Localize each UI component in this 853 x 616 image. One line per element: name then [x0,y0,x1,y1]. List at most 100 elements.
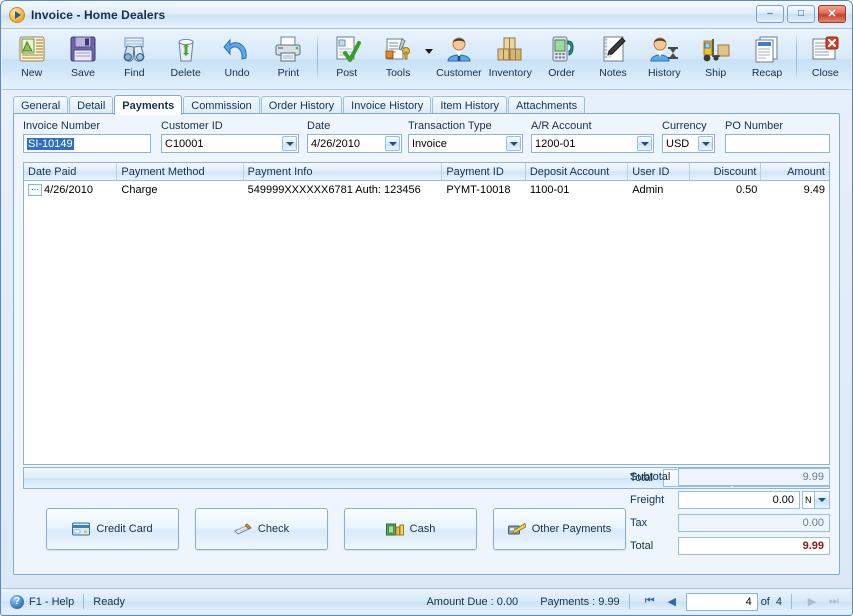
freight-mode-combo[interactable]: N [802,490,830,509]
tab-commission[interactable]: Commission [183,96,260,114]
tab-detail[interactable]: Detail [69,96,114,114]
cell-deposit-account[interactable]: 1100-01 [526,181,628,198]
cell-value: 1100-01 [529,183,570,196]
nav-last-button[interactable]: ⏭ [823,593,845,611]
column-label: User ID [632,165,670,178]
nav-prev-button[interactable]: ◀ [661,593,683,611]
chevron-down-icon[interactable] [282,136,297,151]
grid-column-deposit-account[interactable]: Deposit Account [526,163,629,180]
total-value: 9.99 [678,536,830,555]
grid-column-payment-id[interactable]: Payment ID [442,163,526,180]
toolbar-button-order[interactable]: Order [536,29,587,87]
toolbar-button-notes[interactable]: Notes [587,29,638,87]
toolbar-button-tools[interactable]: Tools [372,29,423,87]
invoice-number-input[interactable]: SI-10149 [23,134,151,153]
invoice-number-label: Invoice Number [23,120,101,132]
minimize-button[interactable]: – [756,5,784,23]
toolbar-label-notes: Notes [599,67,627,79]
payment-buttons: Credit Card Check Cash Other Payments [46,508,626,550]
toolbar-button-history[interactable]: History [639,29,690,87]
tab-payments[interactable]: Payments [114,95,183,115]
currency-combo[interactable]: USD [662,134,715,153]
summary-totals: Subtotal 9.99 Freight 0.00 N Tax 0.00 To… [630,466,830,558]
column-label: Amount [787,165,825,178]
help-icon[interactable]: ? [10,594,24,609]
grid-body: ⋯ 4/26/2010 Charge 549999XXXXXX6781 Auth… [24,181,829,198]
check-button[interactable]: Check [195,508,328,550]
nav-first-button[interactable]: ⏮ [639,593,661,611]
grid-column-date-paid[interactable]: Date Paid [24,163,118,180]
tab-item-history[interactable]: Item History [432,96,507,114]
toolbar-button-close[interactable]: Close [800,29,851,87]
payments-grid[interactable]: Date Paid Payment Method Payment Info Pa… [23,162,830,465]
tab-invoice-history[interactable]: Invoice History [343,96,432,114]
toolbar-button-new[interactable]: New [6,29,57,87]
column-label: Payment Method [121,165,205,178]
toolbar-button-customer[interactable]: Customer [433,29,484,87]
chevron-down-icon[interactable] [385,136,400,151]
toolbar-button-post[interactable]: Post [321,29,372,87]
close-button[interactable]: ✕ [818,5,846,23]
tab-general[interactable]: General [13,96,69,114]
nav-next-button[interactable]: ▶ [801,593,823,611]
row-detail-ellipsis-icon[interactable]: ⋯ [28,183,42,196]
record-number-input[interactable]: 4 [685,592,758,611]
help-label[interactable]: F1 - Help [29,596,74,608]
grid-column-payment-method[interactable]: Payment Method [117,163,244,180]
tools-dropdown-arrow-icon[interactable] [424,29,434,87]
toolbar-button-print[interactable]: Print [263,29,314,87]
cell-payment-method[interactable]: Charge [117,181,243,198]
cash-button[interactable]: Cash [344,508,477,550]
cell-date-paid[interactable]: ⋯ 4/26/2010 [24,181,117,198]
tab-label: General [21,99,61,112]
freight-value[interactable]: 0.00 [678,490,800,509]
field-currency: Currency USD [662,120,715,153]
field-invoice-number: Invoice Number SI-10149 [23,120,151,153]
toolbar-button-inventory[interactable]: Inventory [485,29,536,87]
toolbar-label-undo: Undo [224,67,250,79]
cell-payment-id[interactable]: PYMT-10018 [442,181,525,198]
tab-order-history[interactable]: Order History [260,96,343,114]
tab-attachments[interactable]: Attachments [508,96,586,114]
cell-discount[interactable]: 0.50 [690,181,762,198]
subtotal-value: 9.99 [678,467,830,486]
cell-payment-info[interactable]: 549999XXXXXX6781 Auth: 123456 [244,181,443,198]
toolbar-button-recap[interactable]: Recap [741,29,792,87]
toolbar-separator-2 [795,33,797,81]
table-row[interactable]: ⋯ 4/26/2010 Charge 549999XXXXXX6781 Auth… [24,181,829,198]
grid-column-discount[interactable]: Discount [690,163,762,180]
maximize-button[interactable]: □ [787,5,815,23]
chevron-down-icon[interactable] [814,491,829,508]
status-bar: ? F1 - Help Ready Amount Due : 0.00 Paym… [2,588,851,614]
status-text: Ready [93,595,126,608]
payments-panel: Invoice Number SI-10149 Customer ID C100… [13,113,840,575]
post-check-icon [331,33,363,65]
toolbar-button-save[interactable]: Save [57,29,108,87]
chevron-down-icon[interactable] [698,136,713,151]
chevron-down-icon[interactable] [506,136,521,151]
other-payments-button[interactable]: Other Payments [493,508,626,550]
field-date: Date 4/26/2010 [307,120,402,153]
cell-user-id[interactable]: Admin [628,181,690,198]
toolbar-button-delete[interactable]: Delete [160,29,211,87]
toolbar-button-find[interactable]: Find [109,29,160,87]
customer-id-combo[interactable]: C10001 [161,134,299,153]
grid-column-payment-info[interactable]: Payment Info [244,163,443,180]
cell-amount[interactable]: 9.49 [761,181,829,198]
cell-value: 9.49 [803,183,825,196]
nav-divider [628,594,630,609]
close-window-icon [809,33,841,65]
toolbar-button-undo[interactable]: Undo [211,29,262,87]
main-toolbar: New Save Find Delete Undo Print Post Too… [2,29,851,90]
po-number-input[interactable] [725,134,830,153]
ar-account-combo[interactable]: 1200-01 [531,134,654,153]
column-label: Payment Info [247,165,313,178]
chevron-down-icon[interactable] [637,136,652,151]
toolbar-button-ship[interactable]: Ship [690,29,741,87]
date-combo[interactable]: 4/26/2010 [307,134,402,153]
credit-card-button[interactable]: Credit Card [46,508,179,550]
summary-row-subtotal: Subtotal 9.99 [630,466,830,487]
grid-column-amount[interactable]: Amount [761,163,829,180]
transaction-type-combo[interactable]: Invoice [408,134,523,153]
grid-column-user-id[interactable]: User ID [628,163,690,180]
